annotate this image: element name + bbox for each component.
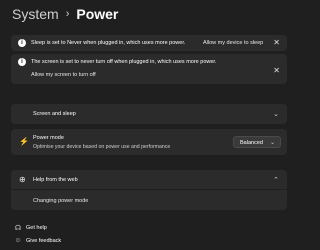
give-feedback-link[interactable]: ☺ Give feedback: [14, 237, 61, 244]
close-icon[interactable]: ✕: [273, 67, 280, 75]
close-icon[interactable]: ✕: [273, 39, 280, 47]
breadcrumb-parent[interactable]: System: [12, 6, 59, 22]
feedback-icon: ☺: [14, 237, 22, 244]
breadcrumb: System › Power: [12, 6, 118, 22]
give-feedback-label: Give feedback: [26, 237, 62, 244]
get-help-link[interactable]: ☊ Get help: [14, 224, 47, 232]
screen-and-sleep-section[interactable]: Screen and sleep ⌄: [11, 104, 287, 124]
info-icon: i: [18, 58, 26, 66]
chevron-down-icon: ⌄: [269, 140, 275, 146]
allow-screen-off-link[interactable]: Allow my screen to turn off: [31, 72, 96, 78]
help-icon: ☊: [14, 225, 22, 232]
power-mode-select[interactable]: Balanced ⌄: [233, 136, 281, 148]
screen-and-sleep-label: Screen and sleep: [33, 111, 76, 117]
info-icon: i: [18, 39, 26, 47]
page-title: Power: [76, 6, 119, 22]
power-mode-value: Balanced: [240, 140, 263, 146]
help-from-web-label: Help from the web: [33, 177, 78, 183]
chevron-up-icon[interactable]: ⌃: [273, 177, 279, 184]
power-mode-icon: ⚡: [19, 137, 29, 146]
globe-icon: ⊕: [19, 175, 26, 184]
divider: [11, 189, 287, 190]
breadcrumb-separator-icon: ›: [65, 8, 70, 20]
allow-sleep-link[interactable]: Allow my device to sleep: [203, 40, 263, 46]
sleep-notice-text: Sleep is set to Never when plugged in, w…: [31, 40, 186, 46]
help-from-web-section: ⊕ Help from the web ⌃ Changing power mod…: [11, 170, 287, 210]
power-mode-row: ⚡ Power mode Optimise your device based …: [11, 129, 287, 155]
changing-power-mode-link[interactable]: Changing power mode: [33, 198, 88, 204]
get-help-label: Get help: [26, 225, 47, 231]
screen-notice: i The screen is set to never turn off wh…: [11, 54, 287, 84]
chevron-down-icon[interactable]: ⌄: [273, 111, 279, 118]
screen-notice-text: The screen is set to never turn off when…: [31, 59, 217, 65]
power-mode-title: Power mode: [33, 135, 64, 141]
power-mode-description: Optimise your device based on power use …: [33, 144, 171, 150]
sleep-notice: i Sleep is set to Never when plugged in,…: [11, 35, 287, 51]
